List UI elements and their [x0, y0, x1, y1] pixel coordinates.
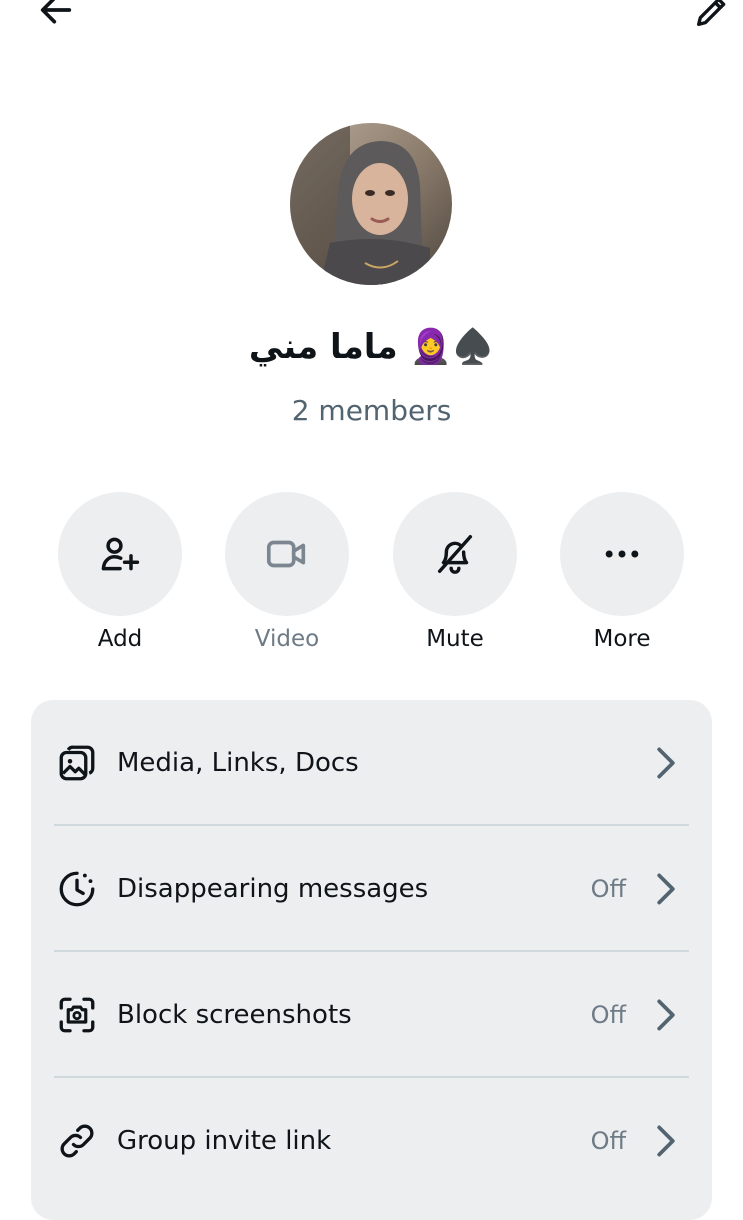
screenshot-block-icon: [55, 993, 99, 1037]
more-button[interactable]: More: [560, 492, 684, 654]
chevron-right-icon: [654, 872, 678, 906]
mute-label: Mute: [393, 624, 517, 654]
mute-button[interactable]: Mute: [393, 492, 517, 654]
more-label: More: [560, 624, 684, 654]
media-links-docs-row[interactable]: Media, Links, Docs: [31, 700, 712, 826]
member-count[interactable]: 2 members: [0, 388, 743, 434]
chevron-right-icon: [654, 1124, 678, 1158]
group-invite-link-row[interactable]: Group invite link Off: [31, 1078, 712, 1204]
link-icon: [55, 1119, 99, 1163]
edit-button[interactable]: [690, 0, 734, 36]
bell-off-icon: [432, 531, 478, 577]
block-screenshots-row[interactable]: Block screenshots Off: [31, 952, 712, 1078]
arrow-left-icon: [36, 0, 76, 30]
row-label: Media, Links, Docs: [117, 748, 359, 778]
row-label: Group invite link: [117, 1126, 331, 1156]
row-status: Off: [591, 1127, 626, 1155]
more-dots-icon: [600, 532, 644, 576]
pencil-icon: [692, 0, 732, 31]
add-button[interactable]: Add: [58, 492, 182, 654]
media-icon: [55, 741, 99, 785]
video-circle[interactable]: [225, 492, 349, 616]
chevron-right-icon: [654, 998, 678, 1032]
back-button[interactable]: [34, 0, 78, 36]
video-button[interactable]: Video: [225, 492, 349, 654]
mute-circle[interactable]: [393, 492, 517, 616]
row-label: Block screenshots: [117, 1000, 352, 1030]
add-person-icon: [98, 532, 142, 576]
avatar-photo: [290, 123, 452, 285]
settings-card: Media, Links, Docs Disappearing messages…: [31, 700, 712, 1220]
timer-icon: [55, 867, 99, 911]
add-label: Add: [58, 624, 182, 654]
row-label: Disappearing messages: [117, 874, 428, 904]
chevron-right-icon: [654, 746, 678, 780]
row-status: Off: [591, 875, 626, 903]
video-camera-icon: [264, 531, 310, 577]
video-label: Video: [225, 624, 349, 654]
group-name: ماما مني 🧕♠️: [0, 318, 743, 376]
disappearing-messages-row[interactable]: Disappearing messages Off: [31, 826, 712, 952]
more-circle[interactable]: [560, 492, 684, 616]
row-status: Off: [591, 1001, 626, 1029]
add-circle[interactable]: [58, 492, 182, 616]
group-avatar[interactable]: [290, 123, 452, 285]
